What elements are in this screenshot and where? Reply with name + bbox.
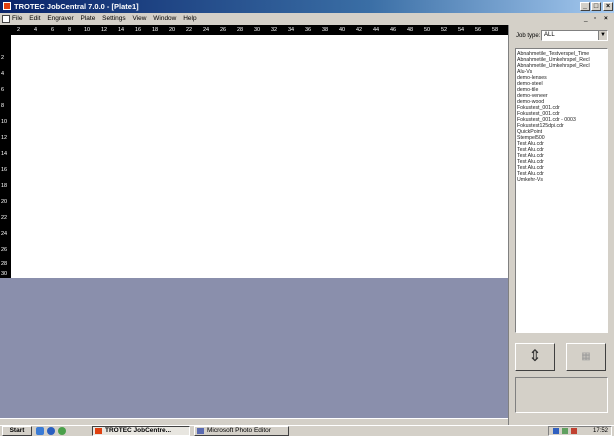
grid-icon: ▦ (581, 351, 591, 362)
ruler-tick: 6 (1, 87, 5, 93)
taskbar: Start TROTEC JobCentre... Microsoft Phot… (0, 425, 614, 436)
task-jobcentral[interactable]: TROTEC JobCentre... (92, 426, 190, 436)
task-label: Microsoft Photo Editor (207, 427, 271, 434)
ruler-tick: 24 (1, 231, 8, 237)
ruler-tick: 46 (390, 27, 397, 33)
ruler-tick: 10 (1, 119, 8, 125)
list-item[interactable]: Umkehr-Vs (517, 177, 606, 183)
mdi-minimize-button[interactable]: _ (584, 13, 588, 25)
ruler-tick: 16 (1, 167, 8, 173)
ruler-tick: 20 (169, 27, 176, 33)
photo-editor-icon (197, 428, 204, 434)
ruler-tick: 2 (1, 55, 5, 61)
ruler-tick: 42 (356, 27, 363, 33)
clock: 17:52 (592, 428, 608, 434)
ruler-tick: 26 (220, 27, 227, 33)
ruler-tick: 8 (68, 27, 72, 33)
ruler-tick: 28 (1, 261, 8, 267)
menu-plate[interactable]: Plate (81, 15, 96, 22)
ruler-tick: 8 (1, 103, 5, 109)
ruler-tick: 18 (1, 183, 8, 189)
ruler-tick: 24 (203, 27, 210, 33)
status-icon[interactable] (571, 428, 577, 434)
menu-edit[interactable]: Edit (29, 15, 40, 22)
ruler-tick: 38 (322, 27, 329, 33)
ruler-tick: 4 (1, 71, 5, 77)
desktop-icon[interactable] (36, 427, 44, 435)
ruler-tick: 28 (237, 27, 244, 33)
ruler-tick: 22 (186, 27, 193, 33)
ruler-tick: 36 (305, 27, 312, 33)
move-job-button[interactable]: ⇕ (515, 343, 555, 371)
mdi-close-button[interactable]: × (604, 13, 608, 25)
ruler-tick: 54 (458, 27, 465, 33)
ruler-tick: 30 (1, 271, 8, 277)
ruler-tick: 12 (1, 135, 8, 141)
app-icon[interactable] (3, 2, 11, 10)
ruler-tick: 56 (475, 27, 482, 33)
media-icon[interactable] (58, 427, 66, 435)
close-button[interactable]: × (603, 2, 613, 11)
ruler-tick: 4 (34, 27, 38, 33)
job-list[interactable]: Abnahmetile_Testverspel_Time Abnahmetile… (515, 48, 608, 333)
ruler-tick: 22 (1, 215, 8, 221)
arrows-updown-icon: ⇕ (528, 348, 542, 365)
title-bar[interactable]: TROTEC JobCentral 7.0.0 - [Plate1] _ □ × (0, 0, 614, 13)
job-type-label: Job type: (516, 33, 541, 39)
ruler-tick: 34 (288, 27, 295, 33)
ruler-tick: 58 (492, 27, 499, 33)
ruler-tick: 14 (118, 27, 125, 33)
plate-canvas[interactable] (11, 35, 508, 278)
menu-settings[interactable]: Settings (102, 15, 126, 22)
ruler-tick: 26 (1, 247, 8, 253)
ruler-tick: 12 (101, 27, 108, 33)
minimize-button[interactable]: _ (580, 2, 590, 11)
ruler-tick: 20 (1, 199, 8, 205)
ruler-tick: 18 (152, 27, 159, 33)
menu-bar: File Edit Engraver Plate Settings View W… (0, 13, 614, 25)
maximize-button[interactable]: □ (591, 2, 601, 11)
ruler-tick: 14 (1, 151, 8, 157)
chevron-down-icon[interactable]: ▼ (598, 31, 607, 40)
menu-window[interactable]: Window (153, 15, 176, 22)
volume-icon[interactable] (562, 428, 568, 434)
ruler-tick: 32 (271, 27, 278, 33)
horizontal-ruler: 2 4 6 8 10 12 14 16 18 20 22 24 26 28 30… (0, 25, 508, 35)
ruler-tick: 16 (135, 27, 142, 33)
start-label: Start (9, 427, 25, 434)
app-icon (95, 428, 102, 434)
ruler-tick: 44 (373, 27, 380, 33)
task-label: TROTEC JobCentre... (105, 427, 172, 434)
delete-job-button[interactable]: ▦ (566, 343, 606, 371)
job-type-select[interactable]: ALL ▼ (541, 30, 608, 41)
ruler-tick: 10 (84, 27, 91, 33)
ruler-tick: 2 (17, 27, 21, 33)
ruler-tick: 30 (254, 27, 261, 33)
menu-file[interactable]: File (12, 15, 22, 22)
job-type-value: ALL (544, 32, 555, 38)
ruler-tick: 40 (339, 27, 346, 33)
browser-icon[interactable] (47, 427, 55, 435)
ruler-tick: 50 (424, 27, 431, 33)
start-button[interactable]: Start (2, 426, 32, 436)
task-photo-editor[interactable]: Microsoft Photo Editor (194, 426, 289, 436)
window-title: TROTEC JobCentral 7.0.0 - [Plate1] (14, 2, 139, 11)
mdi-restore-button[interactable]: ▫ (594, 13, 596, 25)
document-icon[interactable] (2, 15, 10, 23)
menu-view[interactable]: View (132, 15, 146, 22)
ruler-tick: 52 (441, 27, 448, 33)
network-icon[interactable] (553, 428, 559, 434)
preview-box (515, 377, 608, 413)
ruler-tick: 6 (51, 27, 55, 33)
system-tray: 17:52 (548, 426, 612, 436)
ruler-tick: 48 (407, 27, 414, 33)
workspace-background (0, 278, 508, 418)
vertical-ruler: 2 4 6 8 10 12 14 16 18 20 22 24 26 28 30 (0, 35, 11, 278)
menu-engraver[interactable]: Engraver (47, 15, 73, 22)
menu-help[interactable]: Help (183, 15, 196, 22)
